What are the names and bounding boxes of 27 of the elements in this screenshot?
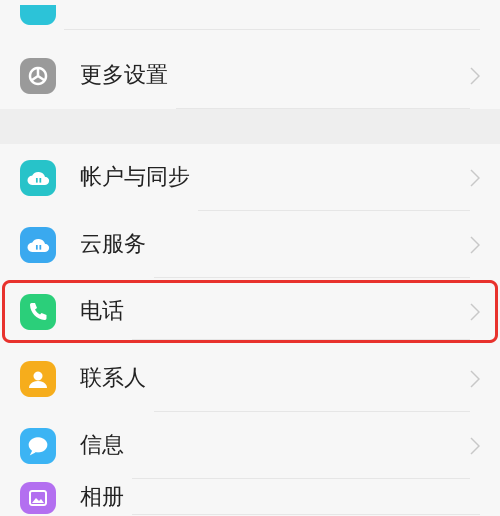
setting-label: 帐户与同步	[80, 166, 190, 188]
settings-row[interactable]: 联系人	[20, 345, 480, 412]
setting-label: 相册	[80, 487, 124, 509]
app-icon	[20, 5, 56, 25]
settings-row[interactable]: 帐户与同步	[20, 144, 480, 211]
cloud-icon	[20, 226, 56, 262]
settings-row[interactable]: 更多设置	[20, 42, 480, 109]
setting-label: 信息	[80, 434, 124, 456]
setting-label: 联系人	[80, 368, 146, 390]
settings-row[interactable]: 云服务	[20, 211, 480, 278]
setting-label: 云服务	[80, 234, 146, 256]
setting-label: 更多设置	[80, 64, 168, 86]
chevron-right-icon	[470, 436, 480, 454]
chevron-right-icon	[470, 302, 480, 320]
gear-icon	[20, 58, 56, 94]
setting-label: 电话	[80, 300, 124, 322]
chat-bubble-icon	[20, 428, 56, 464]
person-icon	[20, 360, 56, 396]
settings-row[interactable]: 相册	[20, 481, 480, 515]
phone-icon	[20, 294, 56, 330]
settings-row[interactable]: 信息	[20, 412, 480, 479]
chevron-right-icon	[470, 66, 480, 84]
chevron-right-icon	[470, 236, 480, 254]
chevron-right-icon	[470, 370, 480, 388]
cloud-icon	[20, 160, 56, 196]
chevron-right-icon	[470, 168, 480, 186]
highlighted-row[interactable]: 电话	[2, 280, 498, 343]
